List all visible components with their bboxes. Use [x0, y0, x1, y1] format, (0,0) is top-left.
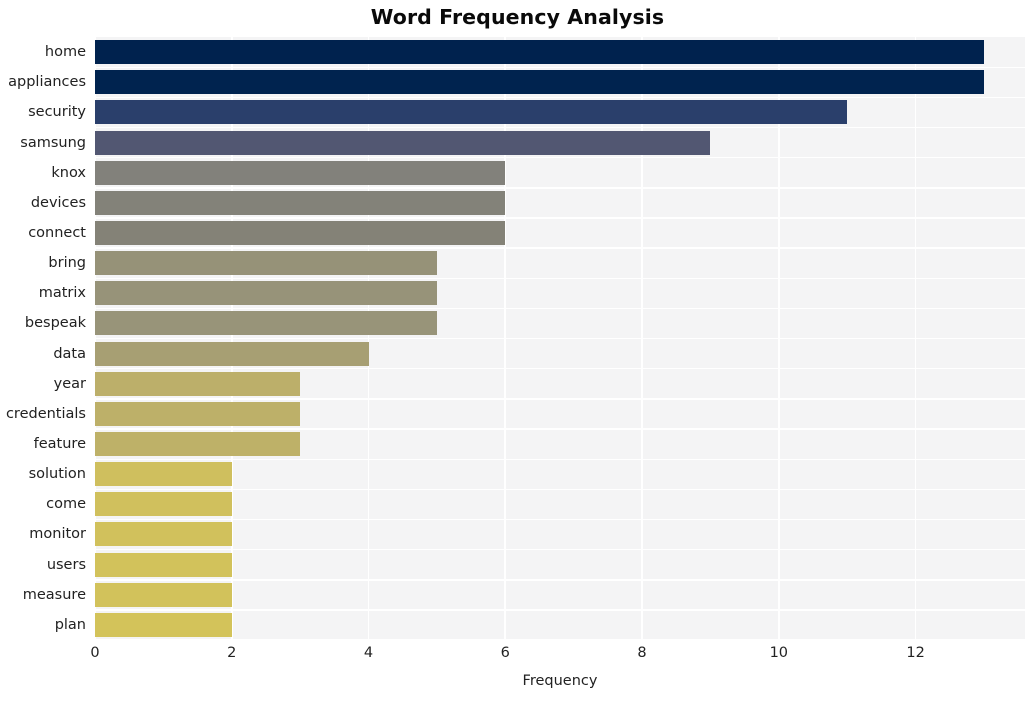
- gridline-horizontal: [95, 518, 1025, 521]
- gridline-vertical: [504, 37, 507, 640]
- x-axis-title: Frequency: [522, 673, 598, 689]
- y-tick-label: year: [53, 375, 86, 392]
- y-tick-label: bring: [48, 255, 86, 272]
- bar: [95, 401, 301, 426]
- bar: [95, 40, 984, 65]
- plot-area: [95, 37, 1025, 640]
- x-tick-label: 6: [500, 645, 510, 661]
- x-tick-label: 2: [227, 645, 237, 661]
- bar: [95, 311, 437, 336]
- y-tick-label: plan: [54, 616, 86, 633]
- gridline-vertical: [641, 37, 643, 640]
- gridline-vertical: [95, 37, 96, 640]
- bar: [95, 70, 984, 95]
- gridline-horizontal: [95, 187, 1025, 189]
- bar: [95, 281, 437, 306]
- gridline-horizontal: [95, 247, 1025, 249]
- gridline-vertical: [914, 37, 917, 640]
- y-tick-label: solution: [28, 466, 86, 483]
- y-tick-label: bespeak: [24, 315, 86, 332]
- bar: [95, 492, 232, 517]
- y-tick-label: home: [44, 44, 86, 61]
- gridline-horizontal: [95, 126, 1025, 129]
- y-tick-label: monitor: [29, 526, 86, 543]
- gridline-horizontal: [95, 488, 1025, 491]
- x-tick-label: 4: [363, 645, 374, 661]
- y-tick-label: measure: [22, 586, 86, 603]
- x-tick-label: 0: [90, 645, 100, 661]
- gridline-horizontal: [95, 66, 1025, 68]
- bar: [95, 371, 301, 396]
- bar: [95, 160, 506, 185]
- bar: [95, 552, 232, 577]
- y-tick-label: samsung: [20, 134, 86, 151]
- gridline-horizontal: [95, 157, 1025, 159]
- y-axis-tick-labels: home appliances security samsung knox devices…: [0, 37, 95, 640]
- bar: [95, 130, 711, 155]
- bar: [95, 190, 506, 215]
- bar: [95, 522, 232, 547]
- y-tick-label: come: [46, 496, 86, 513]
- gridline-horizontal: [95, 96, 1025, 99]
- gridline-horizontal: [95, 398, 1025, 400]
- y-tick-label: matrix: [38, 285, 86, 302]
- gridline-horizontal: [95, 579, 1025, 581]
- gridline-horizontal: [95, 639, 1025, 640]
- x-tick-label: 10: [769, 645, 789, 661]
- gridline-vertical: [230, 37, 233, 640]
- gridline-vertical: [778, 37, 780, 640]
- bar: [95, 582, 232, 607]
- gridline-horizontal: [95, 368, 1025, 370]
- gridline-horizontal: [95, 337, 1025, 340]
- y-tick-label: appliances: [8, 74, 86, 91]
- bar: [95, 462, 232, 487]
- gridline-horizontal: [95, 428, 1025, 430]
- bar: [95, 432, 301, 457]
- x-tick-label: 12: [906, 645, 925, 661]
- gridline-horizontal: [95, 217, 1025, 219]
- gridline-horizontal: [95, 458, 1025, 460]
- x-tick-label: 8: [637, 645, 647, 661]
- gridline-horizontal: [95, 307, 1025, 310]
- y-tick-label: data: [53, 345, 86, 362]
- gridline-horizontal: [95, 548, 1025, 551]
- y-tick-label: connect: [28, 224, 86, 241]
- y-tick-label: knox: [51, 164, 86, 181]
- bar: [95, 251, 437, 276]
- bar: [95, 220, 506, 245]
- chart-title: Word Frequency Analysis: [370, 5, 665, 29]
- gridline-horizontal: [95, 609, 1025, 611]
- chart-figure: Word Frequency Analysis home appliances se…: [0, 0, 1035, 701]
- bar: [95, 612, 232, 637]
- y-tick-label: security: [28, 104, 86, 121]
- y-tick-label: users: [46, 556, 86, 573]
- bar: [95, 341, 369, 366]
- y-tick-label: devices: [30, 194, 86, 211]
- bar: [95, 100, 848, 125]
- y-tick-label: credentials: [5, 405, 86, 422]
- y-tick-label: feature: [33, 436, 86, 453]
- x-axis-tick-labels: 0 2 4 6 8 10 12: [90, 645, 1025, 669]
- gridline-horizontal: [95, 277, 1025, 280]
- gridline-vertical: [367, 37, 370, 640]
